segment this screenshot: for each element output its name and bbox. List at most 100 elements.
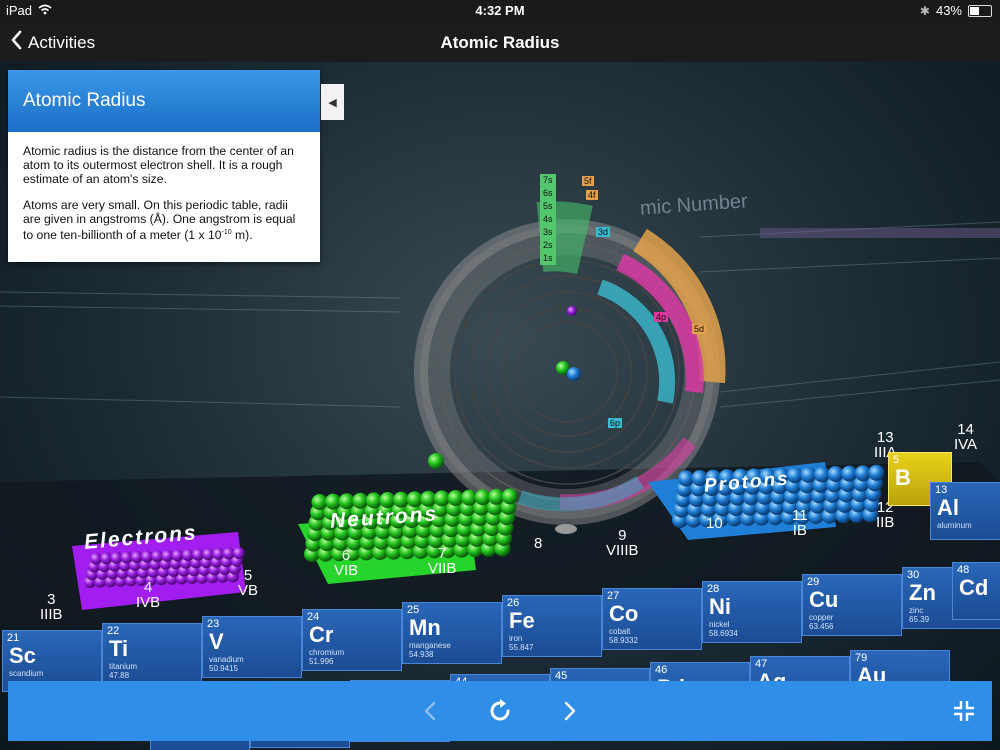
battery-level bbox=[970, 6, 979, 15]
element-name: zinc bbox=[909, 606, 924, 615]
reset-button[interactable] bbox=[484, 695, 516, 727]
particle bbox=[171, 549, 184, 562]
element-tile[interactable]: 24 Cr chromium 51.996 bbox=[302, 609, 402, 671]
particle bbox=[90, 552, 102, 565]
particle bbox=[181, 549, 194, 561]
shell-label: 5s bbox=[540, 200, 556, 213]
d-shell-label: 5d bbox=[692, 324, 707, 334]
particle bbox=[130, 551, 143, 563]
p-shell-label: 6p bbox=[608, 418, 623, 428]
electrons-pile bbox=[84, 547, 245, 588]
chevron-right-icon bbox=[564, 701, 576, 721]
element-weight: 55.847 bbox=[509, 643, 534, 652]
triangle-left-icon: ◀ bbox=[328, 96, 337, 109]
particle bbox=[800, 466, 817, 483]
element-symbol: Cr bbox=[309, 622, 334, 647]
battery-percent: 43% bbox=[935, 3, 962, 18]
particle bbox=[161, 549, 174, 562]
element-tile[interactable]: 22 Ti titanium 47.88 bbox=[102, 623, 202, 685]
particle bbox=[814, 466, 830, 483]
next-button[interactable] bbox=[554, 695, 586, 727]
shell-label: 3s bbox=[540, 226, 556, 239]
navigation-bar: Activities Atomic Radius bbox=[0, 22, 1000, 62]
nucleus-proton bbox=[567, 367, 581, 381]
minimize-icon bbox=[954, 701, 974, 721]
particle bbox=[151, 550, 164, 563]
element-tile[interactable]: 48 Cd bbox=[952, 562, 1000, 620]
s-shell-labels: 7s 6s 5s 4s 3s 2s 1s bbox=[540, 174, 556, 265]
element-weight: 58.9332 bbox=[609, 636, 638, 645]
element-symbol: Fe bbox=[509, 608, 535, 633]
element-tile[interactable]: 25 Mn manganese 54.938 bbox=[402, 602, 502, 664]
particle bbox=[854, 465, 871, 482]
element-name: chromium bbox=[309, 648, 345, 657]
element-weight: 65.39 bbox=[909, 615, 930, 624]
element-name: iron bbox=[509, 634, 523, 643]
status-time: 4:32 PM bbox=[475, 3, 525, 18]
element-tile[interactable]: 27 Co cobalt 58.9332 bbox=[602, 588, 702, 650]
group-header: 3 IIIB bbox=[40, 591, 63, 623]
collapse-view-button[interactable] bbox=[948, 695, 980, 727]
particle bbox=[192, 548, 204, 561]
element-symbol: Cu bbox=[809, 587, 839, 612]
status-right: ✱ 43% bbox=[920, 3, 992, 18]
element-tile[interactable]: 13 Al aluminum bbox=[930, 482, 1000, 540]
element-name: nickel bbox=[709, 620, 730, 629]
info-panel-title: Atomic Radius bbox=[8, 70, 320, 132]
element-symbol: Mn bbox=[409, 615, 441, 640]
page-title: Atomic Radius bbox=[440, 33, 560, 52]
group-header: 7 VIIB bbox=[428, 545, 457, 577]
particle bbox=[841, 465, 858, 482]
info-panel: Atomic Radius Atomic radius is the dista… bbox=[8, 70, 320, 262]
status-bar: iPad 4:32 PM ✱ 43% bbox=[0, 0, 1000, 22]
battery-icon bbox=[968, 4, 992, 17]
chevron-left-icon bbox=[424, 701, 436, 721]
element-name: vanadium bbox=[209, 655, 244, 664]
info-panel-body: Atomic radius is the distance from the c… bbox=[8, 132, 320, 266]
shell-label: 2s bbox=[540, 239, 556, 252]
element-name: manganese bbox=[409, 641, 451, 650]
element-weight: 63.456 bbox=[809, 622, 834, 631]
particle bbox=[338, 493, 355, 510]
group-header: 14 IVA bbox=[954, 421, 978, 453]
floor-marker bbox=[555, 524, 577, 534]
particle bbox=[212, 547, 225, 560]
particle bbox=[232, 547, 245, 559]
particle bbox=[222, 547, 235, 560]
element-tile[interactable]: 23 Vvanadium 50.9415 bbox=[202, 616, 302, 678]
f-shell-label: 4f bbox=[586, 190, 598, 200]
particle bbox=[110, 551, 123, 564]
info-paragraph: Atomic radius is the distance from the c… bbox=[23, 144, 294, 186]
particle bbox=[827, 466, 844, 482]
group-header: 11 IB bbox=[792, 507, 808, 539]
stray-neutron bbox=[428, 453, 444, 469]
collapse-panel-button[interactable]: ◀ bbox=[321, 84, 344, 120]
particle bbox=[488, 488, 505, 505]
group-header: 10 bbox=[706, 515, 723, 532]
element-symbol: Co bbox=[609, 601, 639, 626]
p-shell-label: 4p bbox=[654, 312, 669, 322]
shell-label: 7s bbox=[540, 174, 556, 187]
element-tile[interactable]: 28 Ni nickel 58.6934 bbox=[702, 581, 802, 643]
shell-label: 1s bbox=[540, 252, 556, 265]
previous-button[interactable] bbox=[414, 695, 446, 727]
element-symbol: Sc bbox=[9, 643, 36, 668]
element-weight: 47.88 bbox=[109, 671, 130, 680]
group-header: 4 IVB bbox=[136, 579, 161, 611]
element-name: scandium bbox=[9, 669, 44, 678]
group-header: 8 bbox=[534, 535, 543, 552]
particle bbox=[461, 489, 478, 506]
element-weight: 50.9415 bbox=[209, 664, 238, 673]
element-tile[interactable]: 29 Cu copper 63.456 bbox=[802, 574, 902, 636]
element-tile[interactable]: 26 Fe iron 55.847 bbox=[502, 595, 602, 657]
orbit-electron bbox=[567, 306, 577, 316]
bottom-toolbar bbox=[8, 681, 992, 741]
shell-label: 4s bbox=[540, 213, 556, 226]
element-symbol: V bbox=[209, 629, 224, 654]
info-paragraph: Atoms are very small. On this periodic t… bbox=[23, 198, 296, 243]
group-header: 6 VIB bbox=[334, 547, 359, 579]
particle bbox=[325, 493, 342, 510]
group-header: 9 VIIIB bbox=[606, 527, 639, 559]
particle bbox=[501, 488, 518, 505]
group-header: 5 VB bbox=[238, 567, 259, 599]
